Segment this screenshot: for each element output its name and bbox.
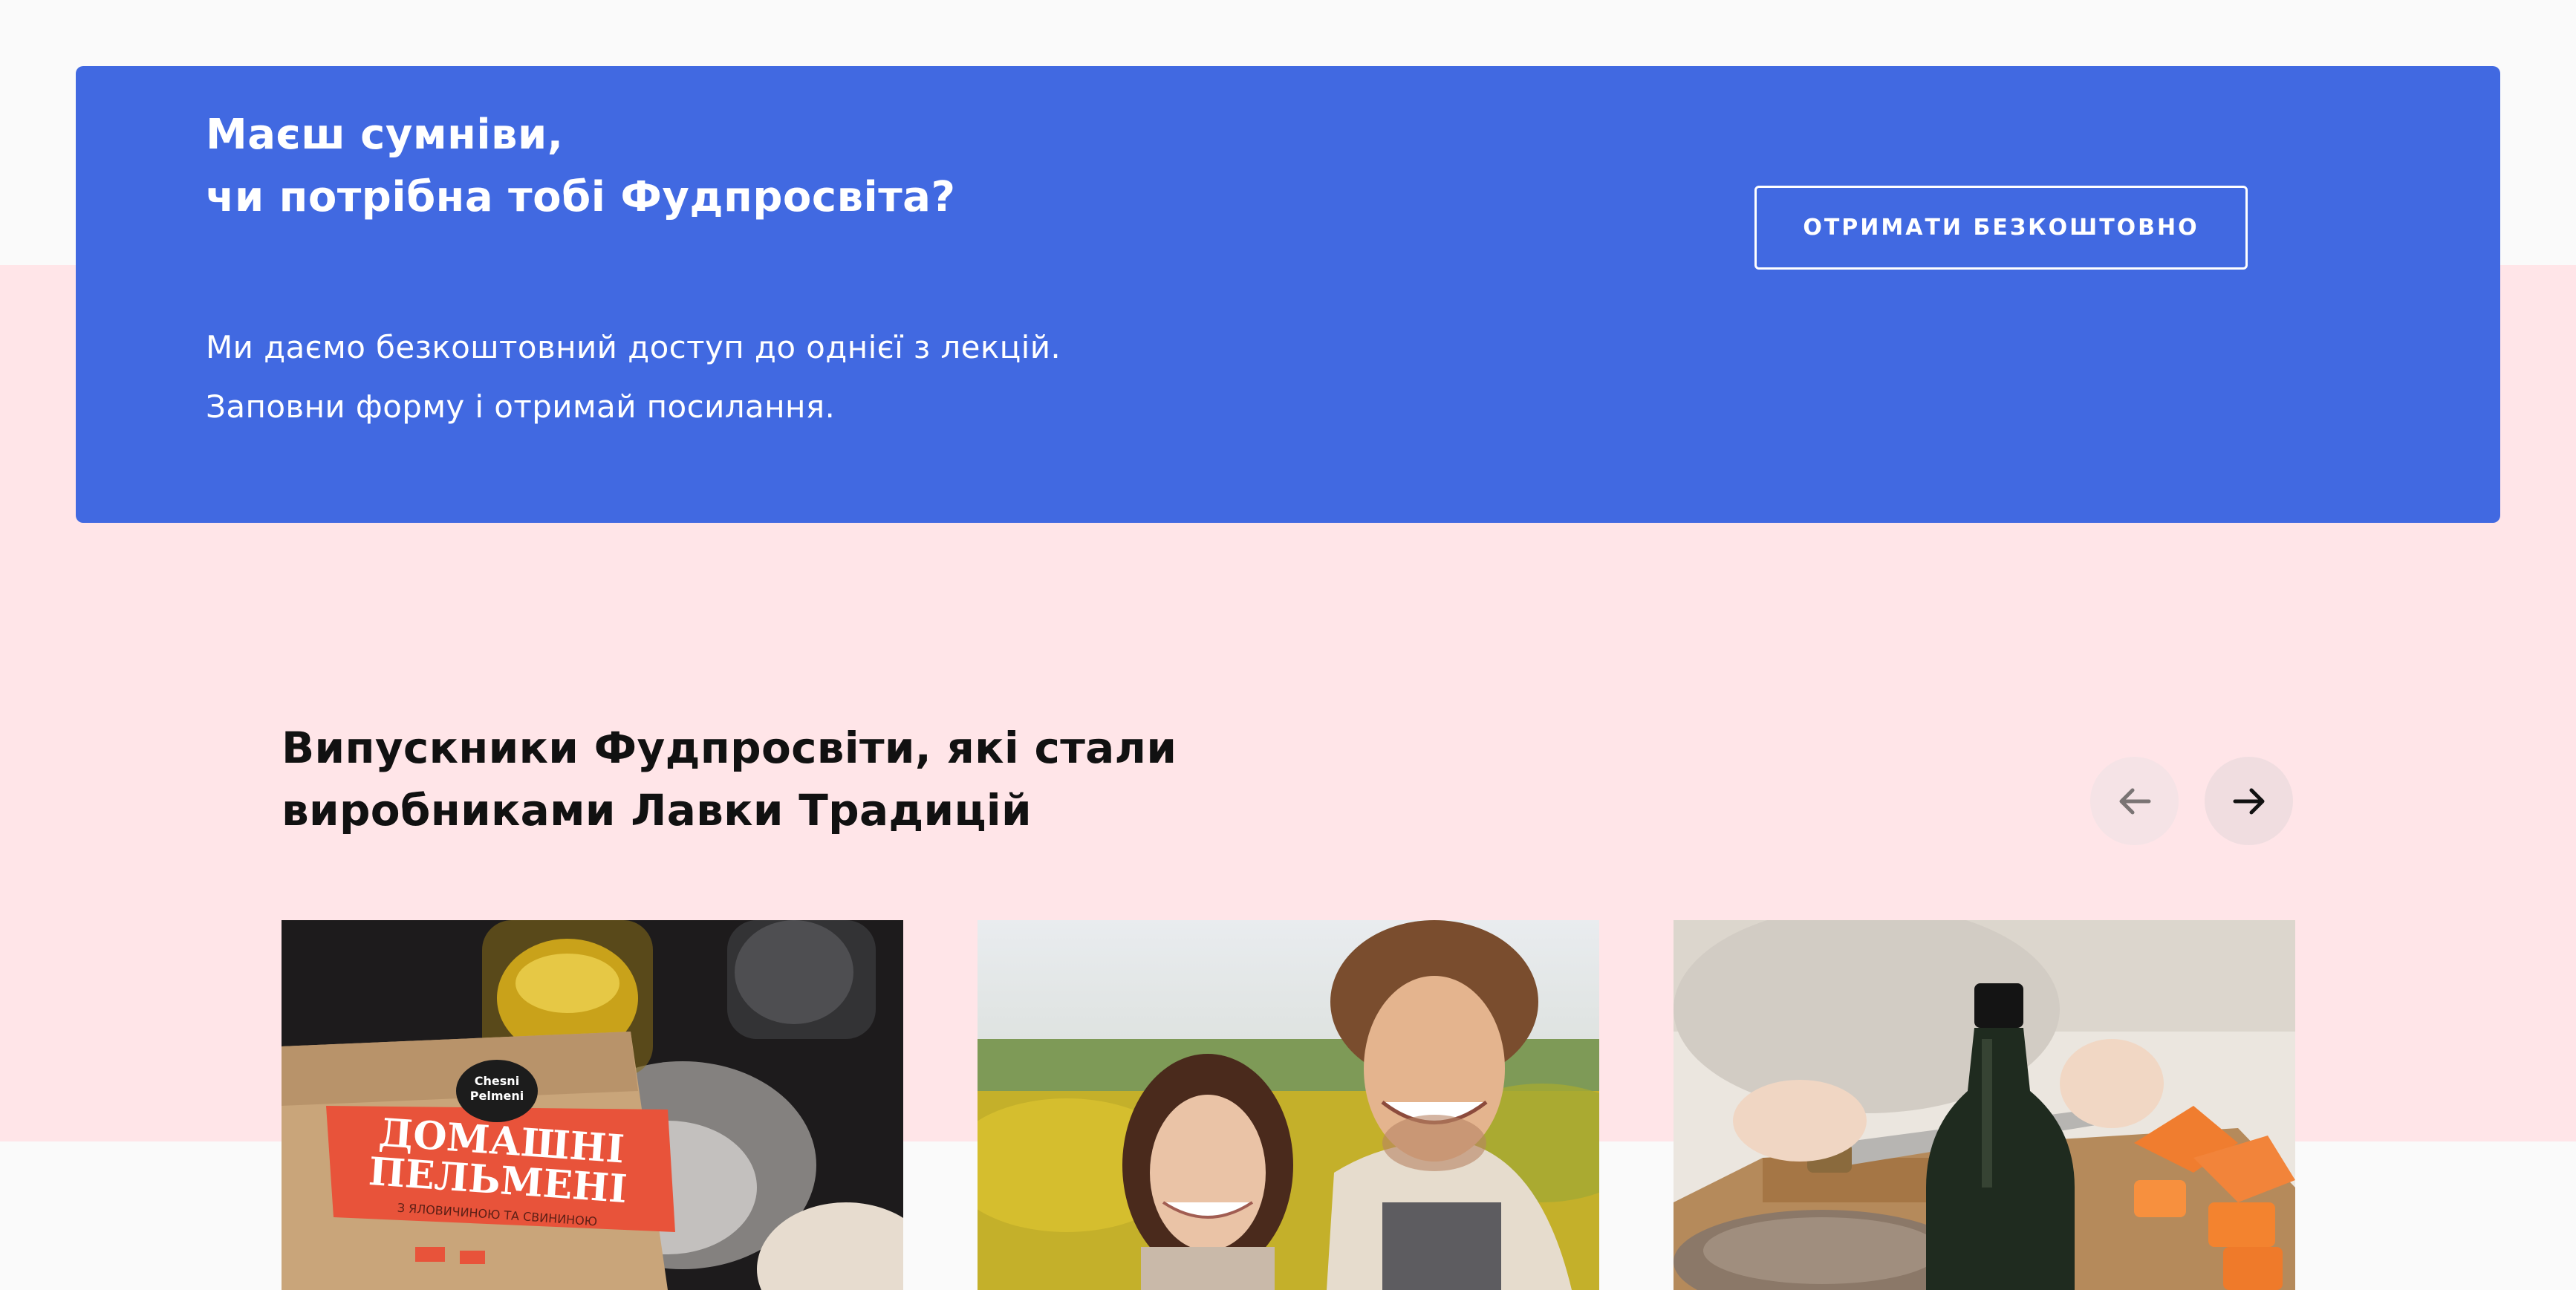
get-free-button[interactable]: ОТРИМАТИ БЕЗКОШТОВНО xyxy=(1754,186,2248,270)
dumplings-package-photo: Chesni Pelmeni ДОМАШНІ ПЕЛЬМЕНІ З ЯЛОВИЧ… xyxy=(282,920,903,1290)
promo-description: Ми даємо безкоштовний доступ до однієї з… xyxy=(206,318,1061,437)
graduate-card[interactable]: Chesni Pelmeni ДОМАШНІ ПЕЛЬМЕНІ З ЯЛОВИЧ… xyxy=(282,920,903,1290)
svg-text:Chesni: Chesni xyxy=(475,1074,519,1088)
promo-description-line-2: Заповни форму і отримай посилання. xyxy=(206,388,836,425)
promo-title-line-2: чи потрібна тобі Фудпросвіта? xyxy=(206,173,956,221)
promo-title-line-1: Маєш сумніви, xyxy=(206,111,564,159)
graduates-title-line-1: Випускники Фудпросвіти, які стали xyxy=(282,723,1177,773)
promo-title: Маєш сумніви, чи потрібна тобі Фудпросві… xyxy=(206,104,955,229)
graduate-card[interactable] xyxy=(1674,920,2295,1290)
couple-portrait-photo xyxy=(978,920,1599,1290)
cutting-pumpkin-bottle-photo xyxy=(1674,920,2295,1290)
graduates-section-title: Випускники Фудпросвіти, які стали виробн… xyxy=(282,717,1177,841)
promo-description-line-1: Ми даємо безкоштовний доступ до однієї з… xyxy=(206,329,1061,365)
svg-text:Pelmeni: Pelmeni xyxy=(470,1089,524,1103)
carousel-next-button[interactable] xyxy=(2205,757,2293,845)
carousel-prev-button[interactable] xyxy=(2090,757,2179,845)
arrow-right-icon xyxy=(2233,788,2264,814)
arrow-left-icon xyxy=(2119,788,2150,814)
graduate-card[interactable] xyxy=(978,920,1599,1290)
graduates-title-line-2: виробниками Лавки Традицій xyxy=(282,785,1032,835)
